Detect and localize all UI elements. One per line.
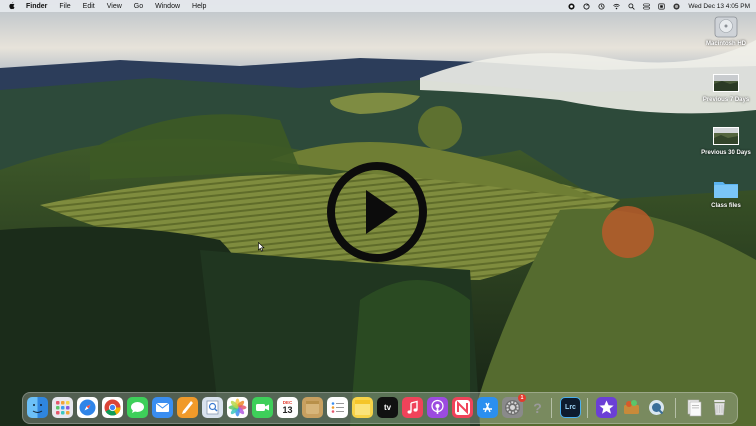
search-icon[interactable] [628, 2, 636, 10]
app-store-icon[interactable] [477, 397, 498, 418]
apple-tv-label: tv [383, 403, 392, 412]
siri-icon[interactable] [673, 2, 680, 10]
mouse-cursor-icon [258, 239, 265, 252]
desktop-icon-label: Macintosh HD [705, 41, 746, 47]
archive-utility-icon[interactable] [621, 397, 642, 418]
reminders-icon[interactable] [327, 397, 348, 418]
desktop-icon-class-files[interactable]: Class files [696, 178, 756, 209]
dock-separator [675, 398, 676, 418]
sync-icon[interactable] [583, 2, 590, 10]
photos-icon[interactable] [227, 397, 248, 418]
imovie-icon[interactable] [596, 397, 617, 418]
menu-bar: Finder File Edit View Go Window Help Wed… [0, 0, 756, 12]
finder-icon[interactable] [27, 397, 48, 418]
pages-icon[interactable] [177, 397, 198, 418]
facetime-icon[interactable] [252, 397, 273, 418]
menu-help[interactable]: Help [192, 3, 206, 10]
menu-view[interactable]: View [107, 3, 122, 10]
desktop-icon-previous-30-days[interactable]: Previous 30 Days [696, 125, 756, 156]
menu-go[interactable]: Go [134, 3, 143, 10]
music-icon[interactable] [402, 397, 423, 418]
display-icon[interactable] [658, 3, 665, 10]
trash-icon[interactable] [709, 397, 730, 418]
time-machine-icon[interactable] [598, 2, 605, 10]
notes-icon[interactable] [302, 397, 323, 418]
desktop-icon-label: Class files [711, 203, 741, 209]
image-thumbnail-icon [712, 125, 740, 147]
wifi-icon[interactable] [613, 3, 621, 10]
notification-badge: 1 [518, 394, 526, 402]
quicktime-icon[interactable] [646, 397, 667, 418]
dock-separator [587, 398, 588, 418]
control-center-icon[interactable] [643, 3, 651, 10]
lightroom-label: Lrc [565, 404, 576, 411]
mail-icon[interactable] [152, 397, 173, 418]
desktop-icon-previous-7-days[interactable]: Previous 7 Days [696, 72, 756, 103]
play-button-icon[interactable] [325, 160, 429, 264]
safari-icon[interactable] [77, 397, 98, 418]
hard-drive-icon [712, 16, 740, 38]
podcasts-icon[interactable] [427, 397, 448, 418]
menu-window[interactable]: Window [155, 3, 180, 10]
launchpad-icon[interactable] [52, 397, 73, 418]
dock-separator [551, 398, 552, 418]
record-icon[interactable] [568, 2, 575, 10]
news-icon[interactable] [452, 397, 473, 418]
messages-icon[interactable] [127, 397, 148, 418]
calendar-icon[interactable]: DEC 13 [277, 397, 298, 418]
chrome-icon[interactable] [102, 397, 123, 418]
desktop-icon-macintosh-hd[interactable]: Macintosh HD [696, 16, 756, 47]
menu-edit[interactable]: Edit [83, 3, 95, 10]
apple-menu-icon[interactable] [8, 1, 18, 12]
calendar-day: 13 [282, 405, 293, 415]
desktop-icon-label: Previous 7 Days [702, 97, 750, 103]
stickies-icon[interactable] [352, 397, 373, 418]
menu-app-name[interactable]: Finder [26, 3, 47, 10]
documents-folder-icon[interactable] [684, 397, 705, 418]
help-glyph: ? [533, 399, 542, 416]
preview-icon[interactable] [202, 397, 223, 418]
image-thumbnail-icon [712, 72, 740, 94]
desktop-icon-label: Previous 30 Days [701, 150, 751, 156]
menu-bar-clock[interactable]: Wed Dec 13 4:05 PM [688, 3, 750, 10]
folder-icon [712, 178, 740, 200]
menu-file[interactable]: File [59, 3, 70, 10]
help-icon[interactable]: ? [527, 397, 548, 418]
apple-tv-icon[interactable]: tv [377, 397, 398, 418]
system-settings-icon[interactable]: 1 [502, 394, 526, 418]
lightroom-classic-icon[interactable]: Lrc [560, 397, 581, 418]
dock: DEC 13 tv 1 ? Lrc [22, 392, 738, 424]
